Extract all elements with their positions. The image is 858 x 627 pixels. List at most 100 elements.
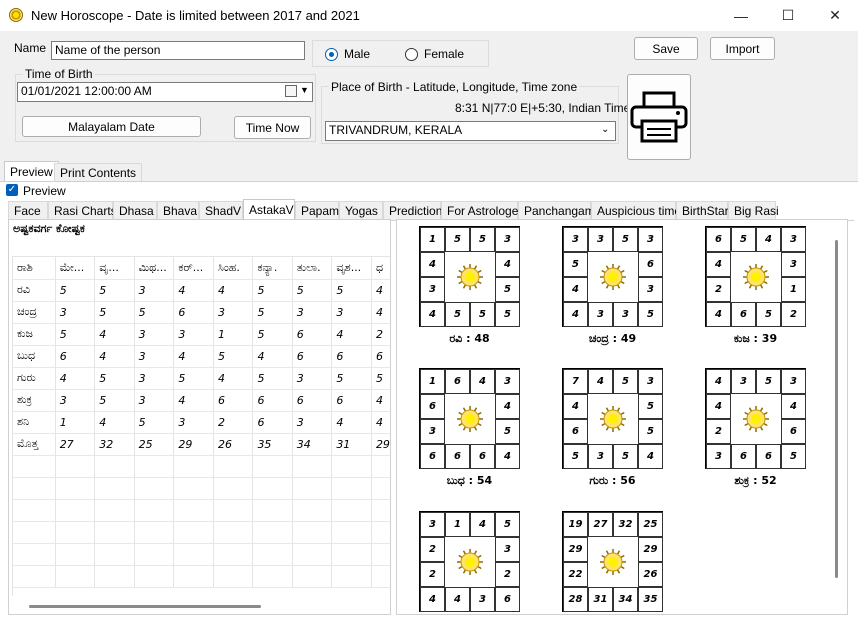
table-cell: 3 bbox=[213, 301, 254, 324]
table-cell: 4 bbox=[213, 367, 254, 390]
rasi-chart: 19 27 32 25 29 29 22 26 28 31 34 35 bbox=[562, 511, 663, 612]
column-header: ಮೇ... bbox=[55, 257, 96, 280]
table-cell: 5 bbox=[94, 367, 135, 390]
empty-cell bbox=[213, 543, 254, 566]
empty-cell bbox=[252, 521, 293, 544]
table-cell: 5 bbox=[94, 301, 135, 324]
empty-cell bbox=[371, 543, 390, 566]
chart-cell: 4 bbox=[495, 444, 520, 469]
chart-cell: 32 bbox=[613, 512, 638, 537]
place-of-birth-label: Place of Birth - Latitude, Longitude, Ti… bbox=[329, 80, 580, 94]
name-input[interactable]: Name of the person bbox=[51, 41, 305, 60]
table-cell: 4 bbox=[371, 389, 390, 412]
print-button[interactable] bbox=[627, 74, 691, 160]
chart-cell: 4 bbox=[563, 277, 588, 302]
empty-cell bbox=[94, 565, 135, 588]
time-now-button[interactable]: Time Now bbox=[234, 116, 311, 139]
inner-tab-strip: Face Rasi Charts Dhasa Bhava ShadV AstakaV Pap… bbox=[8, 199, 854, 221]
empty-cell bbox=[134, 565, 175, 588]
place-select[interactable]: TRIVANDRUM, KERALA bbox=[325, 121, 616, 141]
male-radio[interactable] bbox=[325, 48, 338, 61]
astakavarga-table-container: ರಾಶಿ ಮೇ... ವೃ... ಮಿಥ... ಕರ್... ಸಿಂಹ. ಕನ್ಯಾ. ತುಲ… bbox=[12, 256, 390, 596]
tab-dhasa[interactable]: Dhasa bbox=[113, 201, 157, 220]
tab-big-rasi[interactable]: Big Rasi bbox=[728, 201, 779, 220]
horizontal-scrollbar[interactable] bbox=[29, 605, 261, 608]
calendar-icon[interactable] bbox=[285, 85, 297, 97]
table-cell: 4 bbox=[94, 411, 135, 434]
name-label: Name bbox=[14, 41, 47, 55]
table-cell: 2 bbox=[371, 323, 390, 346]
table-row: ಶುಕ್ರ 3 5 3 4 6 6 6 6 4 bbox=[13, 389, 390, 412]
table-cell: 4 bbox=[371, 411, 390, 434]
sun-icon bbox=[457, 264, 483, 290]
time-of-birth-label: Time of Birth bbox=[23, 67, 95, 81]
chart-cell: 3 bbox=[495, 369, 520, 394]
import-button[interactable]: Import bbox=[710, 37, 775, 60]
tab-astakav[interactable]: AstakaV bbox=[243, 199, 295, 220]
table-cell: 27 bbox=[55, 433, 96, 456]
column-header: ಕರ್... bbox=[173, 257, 214, 280]
empty-cell bbox=[252, 455, 293, 478]
title-bar: New Horoscope - Date is limited between … bbox=[0, 0, 858, 31]
chevron-down-icon[interactable]: ⌄ bbox=[601, 124, 609, 135]
table-cell: 35 bbox=[252, 433, 293, 456]
datetime-picker[interactable]: 01/01/2021 12:00:00 AM bbox=[17, 82, 313, 102]
empty-cell bbox=[213, 521, 254, 544]
empty-cell bbox=[94, 455, 135, 478]
chart-cell: 5 bbox=[731, 227, 756, 252]
maximize-button[interactable]: ☐ bbox=[765, 0, 811, 31]
table-row: ಗುರು 4 5 3 5 4 5 3 5 5 bbox=[13, 367, 390, 390]
chevron-down-icon[interactable]: ▼ bbox=[300, 85, 309, 95]
chart-cell: 2 bbox=[420, 562, 445, 587]
table-cell: 6 bbox=[331, 345, 372, 368]
tab-preview[interactable]: Preview bbox=[4, 161, 59, 182]
female-radio[interactable] bbox=[405, 48, 418, 61]
chart-cell: 4 bbox=[420, 587, 445, 612]
chart-label: ಬುಧ : 54 bbox=[446, 474, 493, 487]
chart-cell: 3 bbox=[781, 227, 806, 252]
tab-bhava[interactable]: Bhava bbox=[157, 201, 199, 220]
close-button[interactable]: ✕ bbox=[812, 0, 858, 31]
chart-cell: 3 bbox=[495, 227, 520, 252]
empty-cell bbox=[252, 543, 293, 566]
chart-cell: 4 bbox=[420, 252, 445, 277]
vertical-scrollbar[interactable] bbox=[835, 240, 838, 578]
sun-icon bbox=[457, 549, 483, 575]
empty-cell bbox=[134, 499, 175, 522]
empty-cell bbox=[94, 521, 135, 544]
tab-shadv[interactable]: ShadV bbox=[199, 201, 243, 220]
tab-auspicious-time[interactable]: Auspicious time bbox=[591, 201, 681, 220]
tab-prediction[interactable]: Prediction bbox=[383, 201, 442, 220]
table-cell: 5 bbox=[252, 279, 293, 302]
chart-cell: 2 bbox=[706, 277, 731, 302]
malayalam-date-button[interactable]: Malayalam Date bbox=[22, 116, 201, 137]
sun-icon bbox=[457, 406, 483, 432]
chart-cell: 4 bbox=[756, 227, 781, 252]
chart-cell: 5 bbox=[495, 302, 520, 327]
tab-yogas[interactable]: Yogas bbox=[339, 201, 383, 220]
tab-print-contents[interactable]: Print Contents bbox=[54, 163, 143, 182]
table-cell: 3 bbox=[55, 301, 96, 324]
table-cell: 6 bbox=[292, 323, 333, 346]
table-cell: 1 bbox=[55, 411, 96, 434]
chart-cell: 5 bbox=[470, 302, 495, 327]
table-cell: 6 bbox=[55, 345, 96, 368]
tab-panchangam[interactable]: Panchangam bbox=[518, 201, 595, 220]
tab-birthstar[interactable]: BirthStar bbox=[676, 201, 729, 220]
minimize-button[interactable]: — bbox=[718, 0, 764, 31]
chart-cell: 3 bbox=[638, 277, 663, 302]
sun-icon bbox=[743, 264, 769, 290]
datetime-value: 01/01/2021 12:00:00 AM bbox=[21, 84, 152, 98]
table-cell: 25 bbox=[134, 433, 175, 456]
tab-face[interactable]: Face bbox=[8, 201, 48, 220]
table-cell: 3 bbox=[292, 411, 333, 434]
tab-rasi-charts[interactable]: Rasi Charts bbox=[48, 201, 117, 220]
tab-papam[interactable]: Papam bbox=[295, 201, 339, 220]
empty-cell bbox=[292, 565, 333, 588]
table-cell: 4 bbox=[173, 389, 214, 412]
tab-for-astrologer[interactable]: For Astrologer bbox=[441, 201, 522, 220]
save-button[interactable]: Save bbox=[634, 37, 698, 60]
chart-cell: 3 bbox=[588, 227, 613, 252]
preview-checkbox[interactable]: ✓ bbox=[6, 184, 18, 196]
rasi-chart: 654343214652 bbox=[705, 226, 806, 327]
